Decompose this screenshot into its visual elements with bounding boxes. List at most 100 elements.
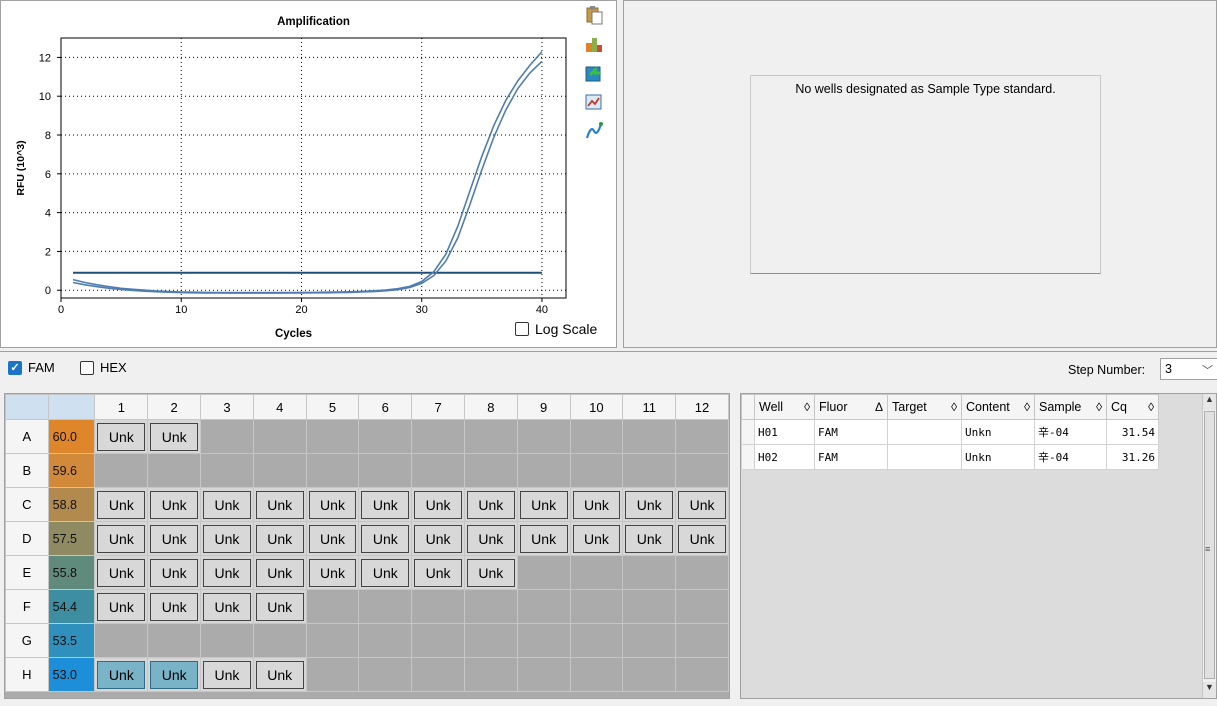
column-header[interactable]: Target ◊	[887, 394, 962, 420]
plate-well[interactable]: Unk	[147, 487, 202, 522]
fam-checkbox[interactable]: ✓	[8, 360, 22, 375]
plate-row-header[interactable]: F	[5, 589, 49, 624]
plate-well-empty[interactable]	[411, 589, 465, 624]
plate-well[interactable]: Unk	[305, 487, 360, 522]
plate-well[interactable]: Unk	[411, 487, 465, 522]
plate-well[interactable]: Unk	[305, 521, 360, 556]
results-row[interactable]: H01 FAM Unkn 辛-04 31.54	[741, 419, 1159, 445]
scroll-down-icon[interactable]: ▼	[1203, 682, 1216, 698]
plate-well[interactable]: Unk	[147, 521, 202, 556]
plate-well-empty[interactable]	[358, 657, 413, 692]
sort-icon[interactable]: ◊	[1024, 400, 1030, 414]
plate-well-empty[interactable]	[252, 419, 307, 454]
hex-checkbox[interactable]	[80, 360, 94, 375]
log-scale-toggle[interactable]: Log Scale	[515, 321, 597, 337]
sort-icon[interactable]: ◊	[804, 400, 810, 414]
plate-row-header[interactable]: H	[5, 657, 49, 692]
plate-well[interactable]: Unk	[358, 487, 413, 522]
plate-well[interactable]: Unk	[94, 657, 149, 692]
fluor-option-hex[interactable]: HEX	[80, 360, 127, 375]
plate-well[interactable]: Unk	[94, 521, 149, 556]
column-header[interactable]: Cq ◊	[1106, 394, 1159, 420]
plate-well[interactable]: Unk	[358, 555, 413, 590]
plate-well-empty[interactable]	[252, 623, 307, 658]
plate-well[interactable]: Unk	[358, 521, 413, 556]
plate-well-empty[interactable]	[305, 623, 360, 658]
plate-well[interactable]: Unk	[200, 555, 254, 590]
plate-well[interactable]: Unk	[569, 521, 624, 556]
plate-well-empty[interactable]	[358, 623, 413, 658]
plate-well[interactable]: Unk	[94, 487, 149, 522]
plate-column-header[interactable]: 8	[463, 394, 518, 420]
plate-well-empty[interactable]	[305, 589, 360, 624]
plate-well[interactable]: Unk	[200, 521, 254, 556]
plate-well[interactable]: Unk	[463, 555, 518, 590]
plate-well-empty[interactable]	[622, 657, 677, 692]
curve-icon[interactable]	[584, 121, 604, 141]
plate-well[interactable]: Unk	[675, 487, 729, 522]
plate-row-header[interactable]: B	[5, 453, 49, 488]
sort-icon[interactable]: Δ	[875, 400, 883, 414]
plate-well-empty[interactable]	[147, 623, 202, 658]
plate-well[interactable]: Unk	[252, 521, 307, 556]
plate-well-empty[interactable]	[622, 419, 677, 454]
plate-well-empty[interactable]	[358, 453, 413, 488]
plate-well[interactable]: Unk	[94, 419, 149, 454]
plate-row-header[interactable]: G	[5, 623, 49, 658]
step-number-select[interactable]: 3 ﹀	[1160, 358, 1217, 380]
plate-well-empty[interactable]	[411, 657, 465, 692]
plate-well-empty[interactable]	[675, 555, 729, 590]
plate-well[interactable]: Unk	[569, 487, 624, 522]
plate-well-empty[interactable]	[516, 623, 571, 658]
plate-row-header[interactable]: C	[5, 487, 49, 522]
plate-column-header[interactable]: 4	[252, 394, 307, 420]
plate-well[interactable]: Unk	[200, 487, 254, 522]
plate-well-empty[interactable]	[200, 419, 254, 454]
export-image-icon[interactable]	[584, 34, 604, 54]
plate-well-empty[interactable]	[622, 623, 677, 658]
plate-well-empty[interactable]	[516, 419, 571, 454]
plate-column-header[interactable]: 7	[411, 394, 465, 420]
plate-well[interactable]: Unk	[147, 555, 202, 590]
clipboard-icon[interactable]	[584, 5, 604, 25]
plate-well-empty[interactable]	[200, 453, 254, 488]
column-header[interactable]: Well ◊	[754, 394, 815, 420]
plate-well-empty[interactable]	[200, 623, 254, 658]
plate-well[interactable]: Unk	[411, 521, 465, 556]
plate-well[interactable]: Unk	[252, 657, 307, 692]
plate-well[interactable]: Unk	[147, 589, 202, 624]
plate-well[interactable]: Unk	[200, 657, 254, 692]
plate-column-header[interactable]: 9	[516, 394, 571, 420]
plate-well-empty[interactable]	[305, 657, 360, 692]
plate-well-empty[interactable]	[622, 589, 677, 624]
plate-column-header[interactable]: 1	[94, 394, 149, 420]
plate-well-empty[interactable]	[94, 623, 149, 658]
fluor-option-fam[interactable]: ✓ FAM	[8, 360, 55, 375]
plate-well-empty[interactable]	[675, 419, 729, 454]
plate-well-empty[interactable]	[622, 453, 677, 488]
plate-well[interactable]: Unk	[147, 657, 202, 692]
sort-icon[interactable]: ◊	[1096, 400, 1102, 414]
plate-well[interactable]: Unk	[516, 487, 571, 522]
plate-well-empty[interactable]	[411, 623, 465, 658]
plate-well-empty[interactable]	[569, 419, 624, 454]
plate-well-empty[interactable]	[675, 589, 729, 624]
plate-well-empty[interactable]	[305, 453, 360, 488]
plate-row-header[interactable]: D	[5, 521, 49, 556]
plate-well-empty[interactable]	[516, 657, 571, 692]
plate-well[interactable]: Unk	[147, 419, 202, 454]
plate-well-empty[interactable]	[569, 589, 624, 624]
plate-column-header[interactable]: 3	[200, 394, 254, 420]
plate-well-empty[interactable]	[94, 453, 149, 488]
plate-well-empty[interactable]	[147, 453, 202, 488]
plate-well-empty[interactable]	[358, 419, 413, 454]
plate-well[interactable]: Unk	[516, 521, 571, 556]
plate-row-header[interactable]: E	[5, 555, 49, 590]
column-header[interactable]: Sample ◊	[1034, 394, 1107, 420]
plate-well-empty[interactable]	[252, 453, 307, 488]
log-scale-checkbox[interactable]	[515, 322, 529, 336]
plate-well[interactable]: Unk	[411, 555, 465, 590]
plate-well-empty[interactable]	[569, 623, 624, 658]
scroll-up-icon[interactable]: ▲	[1203, 394, 1216, 410]
plate-well-empty[interactable]	[463, 657, 518, 692]
